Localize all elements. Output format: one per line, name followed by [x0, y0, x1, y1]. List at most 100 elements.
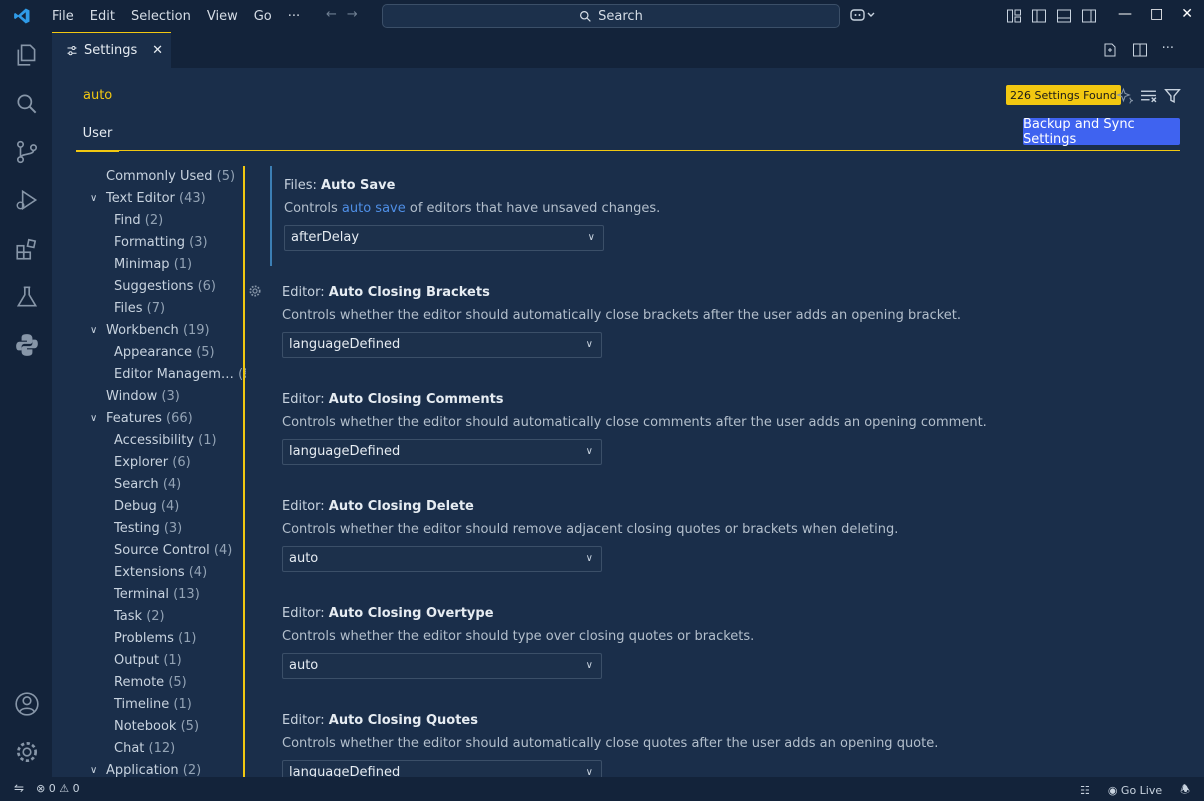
toc-item[interactable]: Source Control (4) [114, 540, 232, 562]
maximize-icon[interactable]: □ [1150, 6, 1163, 22]
minimize-icon[interactable]: — [1118, 6, 1132, 22]
setting-dropdown[interactable]: auto ∨ [282, 653, 602, 679]
manage-gear-icon[interactable] [14, 739, 40, 765]
more-actions-icon[interactable]: ··· [1162, 42, 1174, 58]
toc-item-count: (4) [188, 565, 208, 580]
toc-item[interactable]: Window (3) [106, 386, 180, 408]
close-window-icon[interactable]: ✕ [1181, 6, 1193, 22]
setting-category: Editor: [282, 713, 329, 728]
accounts-icon[interactable] [14, 691, 40, 717]
explorer-icon[interactable] [14, 42, 40, 68]
toc-item-label: Notebook [114, 719, 177, 734]
toc-item[interactable]: Search (4) [114, 474, 181, 496]
menu-edit[interactable]: Edit [82, 9, 123, 24]
tab-user-scope[interactable]: User [76, 126, 119, 152]
toc-item-count: (1) [173, 697, 192, 712]
search-view-icon[interactable] [14, 91, 40, 117]
problems-status[interactable]: ⊗ 0 ⚠ 0 [36, 782, 80, 795]
toc-item[interactable]: Testing (3) [114, 518, 182, 540]
split-editor-icon[interactable] [1132, 42, 1148, 58]
toc-item[interactable]: Appearance (5) [114, 342, 215, 364]
toc-item[interactable]: Find (2) [114, 210, 163, 232]
tab-settings[interactable]: Settings ✕ [52, 32, 171, 68]
setting-name: Auto Closing Brackets [328, 285, 490, 300]
toc-item[interactable]: Extensions (4) [114, 562, 207, 584]
toc-item-label: Find [114, 213, 141, 228]
menu-view[interactable]: View [199, 9, 246, 24]
back-arrow-icon[interactable]: ← [326, 7, 337, 22]
setting-category: Editor: [282, 285, 329, 300]
testing-icon[interactable] [14, 284, 40, 310]
toc-item[interactable]: Output (1) [114, 650, 182, 672]
menu-go[interactable]: Go [246, 9, 280, 24]
toc-item[interactable]: ∨ Text Editor (43) [90, 188, 206, 210]
toc-item[interactable]: Files (7) [114, 298, 165, 320]
python-icon[interactable] [14, 332, 40, 358]
open-settings-json-icon[interactable] [1102, 42, 1118, 58]
setting-dropdown[interactable]: auto ∨ [282, 546, 602, 572]
setting-description-link[interactable]: auto save [342, 201, 406, 216]
setting-dropdown[interactable]: afterDelay ∨ [284, 225, 604, 251]
sparkle-search-icon[interactable] [1116, 87, 1133, 104]
backup-sync-button[interactable]: Backup and Sync Settings [1023, 117, 1180, 147]
toc-item[interactable]: Task (2) [114, 606, 165, 628]
remote-indicator-icon[interactable]: ⇋ [14, 781, 24, 795]
toc-item[interactable]: Remote (5) [114, 672, 187, 694]
toc-item[interactable]: Debug (4) [114, 496, 179, 518]
notifications-bell-icon[interactable]: 🕭 [1180, 781, 1190, 800]
setting-dropdown[interactable]: languageDefined ∨ [282, 439, 602, 465]
toc-item-count: (7) [146, 301, 166, 316]
status-bar: ⇋ ⊗ 0 ⚠ 0 ☷ ◉ Go Live 🕭 [0, 777, 1204, 801]
toc-item[interactable]: Explorer (6) [114, 452, 191, 474]
source-control-icon[interactable] [14, 139, 40, 165]
user-tab-label: User [82, 126, 113, 141]
clear-filter-list-icon[interactable] [1140, 87, 1157, 104]
chevron-down-icon[interactable]: ∨ [90, 188, 97, 210]
setting-dropdown[interactable]: languageDefined ∨ [282, 332, 602, 358]
toc-item[interactable]: Commonly Used (5) [106, 166, 235, 188]
menu-file[interactable]: File [44, 9, 82, 24]
setting-dropdown[interactable]: languageDefined ∨ [282, 760, 602, 777]
toggle-secondary-sidebar-icon[interactable] [1081, 8, 1097, 24]
chevron-down-icon: ∨ [585, 339, 593, 350]
setting-title: Editor: Auto Closing Brackets [282, 285, 490, 300]
chevron-down-icon[interactable]: ∨ [90, 760, 97, 777]
setting-gear-icon[interactable] [248, 284, 262, 298]
run-debug-icon[interactable] [14, 187, 40, 213]
menu-selection[interactable]: Selection [123, 9, 199, 24]
toc-item[interactable]: Suggestions (6) [114, 276, 216, 298]
close-tab-icon[interactable]: ✕ [152, 43, 163, 58]
toc-item-label: Source Control [114, 543, 210, 558]
copilot-status-icon[interactable]: ☷ [1080, 784, 1090, 797]
go-live-button[interactable]: ◉ Go Live [1108, 784, 1162, 797]
toc-item[interactable]: Formatting (3) [114, 232, 208, 254]
toc-item[interactable]: Terminal (13) [114, 584, 200, 606]
forward-arrow-icon[interactable]: → [347, 7, 358, 22]
filter-icon[interactable] [1164, 87, 1181, 104]
chevron-down-icon[interactable]: ∨ [90, 408, 97, 430]
toc-item[interactable]: ∨ Application (2) [90, 760, 201, 777]
customize-layout-icon[interactable] [1006, 8, 1022, 24]
toc-item[interactable]: Editor Managem… (8) [114, 364, 246, 386]
toc-item[interactable]: Timeline (1) [114, 694, 192, 716]
extensions-icon[interactable] [14, 236, 40, 262]
command-search-box[interactable]: Search [382, 4, 840, 28]
setting-item: Editor: Auto Closing Delete Controls whet… [270, 487, 1170, 587]
toc-item[interactable]: ∨ Features (66) [90, 408, 193, 430]
chevron-down-icon[interactable]: ∨ [90, 320, 97, 342]
toc-item[interactable]: ∨ Workbench (19) [90, 320, 210, 342]
toggle-primary-sidebar-icon[interactable] [1031, 8, 1047, 24]
toc-item[interactable]: Accessibility (1) [114, 430, 217, 452]
toggle-panel-icon[interactable] [1056, 8, 1072, 24]
toc-item[interactable]: Chat (12) [114, 738, 175, 760]
copilot-menu-icon[interactable] [850, 7, 876, 27]
toc-item[interactable]: Minimap (1) [114, 254, 192, 276]
toc-item[interactable]: Notebook (5) [114, 716, 199, 738]
chevron-down-icon: ∨ [585, 767, 593, 777]
setting-dropdown-value: auto [289, 551, 319, 566]
setting-name: Auto Save [321, 178, 396, 193]
toc-item[interactable]: Problems (1) [114, 628, 196, 650]
menu-more[interactable]: ··· [280, 9, 308, 24]
settings-search-input[interactable]: auto [83, 88, 112, 103]
toc-item-label: Workbench [106, 323, 179, 338]
